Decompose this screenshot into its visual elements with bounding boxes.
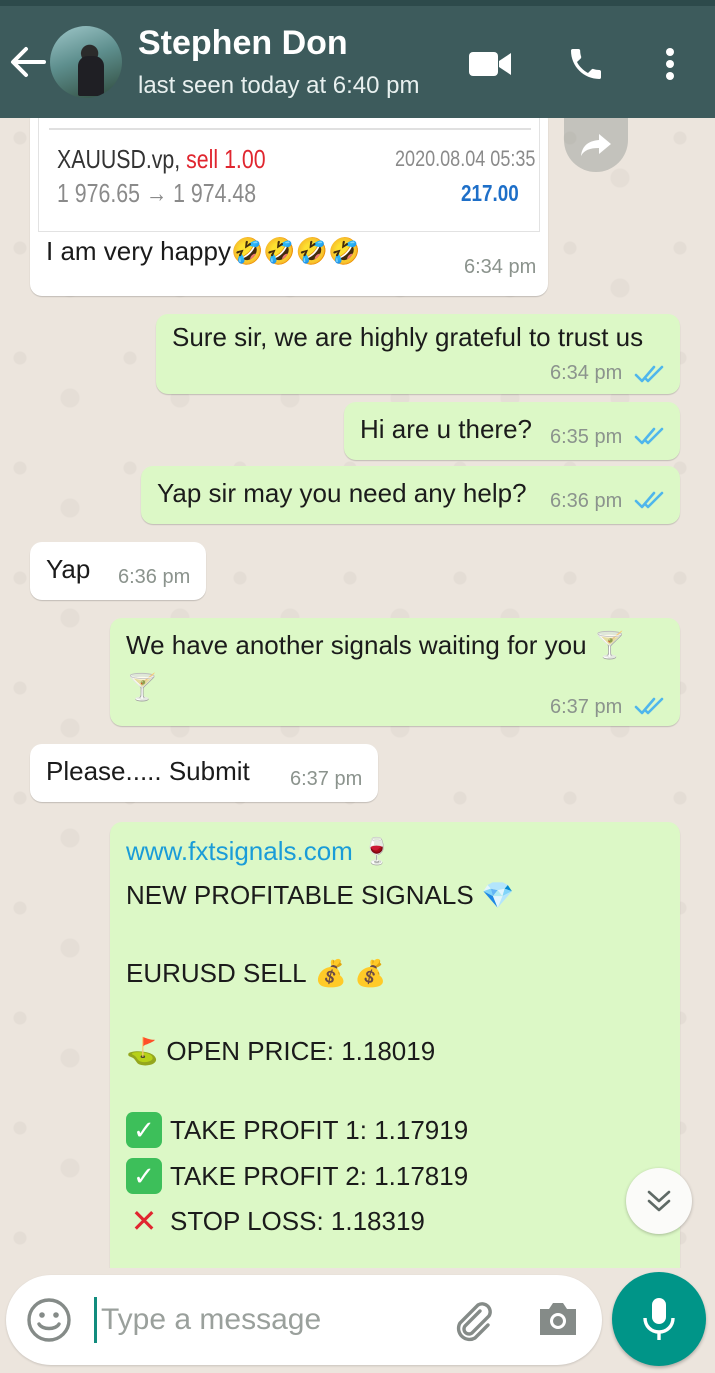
message-bubble-incoming[interactable]: XAUUSD.vp, sell 1.00 1 976.65 → 1 974.48… [30, 118, 548, 296]
message-text: Sure sir, we are highly grateful to trus… [172, 322, 644, 352]
more-vert-icon[interactable] [648, 42, 692, 86]
trade-profit: 217.00 [461, 180, 519, 206]
message-composer [6, 1275, 602, 1365]
read-ticks-icon [634, 365, 664, 383]
arrow-back-icon[interactable] [8, 42, 48, 82]
message-bubble-incoming[interactable]: Please..... Submit 6:37 pm [30, 744, 378, 802]
scroll-to-bottom-button[interactable] [626, 1168, 692, 1234]
signal-tp2-line: ✓ TAKE PROFIT 2: 1.17819 [126, 1158, 468, 1194]
message-bubble-outgoing[interactable]: Hi are u there? 6:35 pm [344, 402, 680, 460]
check-mark-icon: ✓ [126, 1112, 162, 1148]
message-bubble-outgoing[interactable]: www.fxtsignals.com 🍷 NEW PROFITABLE SIGN… [110, 822, 680, 1268]
avatar[interactable] [50, 26, 122, 98]
message-bubble-outgoing[interactable]: Yap sir may you need any help? 6:36 pm [141, 466, 680, 524]
message-time: 6:34 pm [550, 362, 623, 384]
message-input[interactable] [94, 1297, 424, 1343]
message-text-continued: 🍸 [126, 672, 159, 702]
message-bubble-outgoing[interactable]: We have another signals waiting for you … [110, 618, 680, 726]
double-chevron-down-icon [647, 1190, 671, 1212]
last-seen-status: last seen today at 6:40 pm [138, 72, 420, 99]
message-bubble-outgoing[interactable]: Sure sir, we are highly grateful to trus… [156, 314, 680, 394]
signal-open-price: OPEN PRICE: 1.18019 [166, 1036, 436, 1066]
signal-link-line: www.fxtsignals.com 🍷 [126, 836, 393, 867]
message-list[interactable]: XAUUSD.vp, sell 1.00 1 976.65 → 1 974.48… [0, 118, 715, 1268]
message-bubble-incoming[interactable]: Yap 6:36 pm [30, 542, 206, 600]
trade-symbol: XAUUSD.vp, [57, 144, 181, 174]
forward-icon[interactable] [564, 118, 628, 172]
video-call-icon[interactable] [468, 42, 512, 86]
phone-icon[interactable] [564, 42, 608, 86]
divider [49, 128, 531, 130]
message-time: 6:37 pm [550, 696, 623, 718]
message-time: 6:34 pm [464, 256, 537, 278]
message-text: Yap sir may you need any help? [157, 478, 527, 508]
signal-headline: NEW PROFITABLE SIGNALS [126, 880, 474, 910]
signal-take-profit-1: TAKE PROFIT 1: 1.17919 [170, 1114, 469, 1145]
message-text: Yap [46, 554, 91, 584]
wine-emoji: 🍷 [360, 836, 394, 866]
read-ticks-icon [634, 697, 664, 715]
message-time: 6:36 pm [118, 566, 191, 588]
emoji-icon[interactable] [26, 1297, 72, 1343]
signal-headline-line: NEW PROFITABLE SIGNALS 💎 [126, 880, 514, 911]
trade-datetime: 2020.08.04 05:35 [395, 146, 536, 171]
paperclip-icon[interactable] [450, 1297, 496, 1343]
signal-pair: EURUSD SELL [126, 958, 307, 988]
mic-icon [643, 1298, 675, 1340]
signal-take-profit-2: TAKE PROFIT 2: 1.17819 [170, 1160, 469, 1191]
cross-mark-icon: ✕ [130, 1203, 158, 1239]
chat-header: Stephen Don last seen today at 6:40 pm [0, 6, 715, 118]
signal-stop-loss: STOP LOSS: 1.18319 [170, 1205, 425, 1236]
signal-link[interactable]: www.fxtsignals.com [126, 836, 353, 867]
signal-open-line: ⛳ OPEN PRICE: 1.18019 [126, 1036, 435, 1067]
camera-icon[interactable] [536, 1299, 580, 1339]
money-bag-emoji: 💰 💰 [314, 958, 387, 988]
signal-tp1-line: ✓ TAKE PROFIT 1: 1.17919 [126, 1112, 468, 1148]
check-mark-icon: ✓ [126, 1158, 162, 1194]
message-text: Please..... Submit [46, 756, 250, 786]
trade-prices: 1 976.65 → 1 974.48 [57, 178, 257, 208]
signal-pair-line: EURUSD SELL 💰 💰 [126, 958, 387, 989]
read-ticks-icon [634, 427, 664, 445]
contact-name[interactable]: Stephen Don [138, 24, 348, 63]
message-time: 6:37 pm [290, 768, 363, 790]
trade-preview-card[interactable]: XAUUSD.vp, sell 1.00 1 976.65 → 1 974.48… [38, 118, 540, 232]
message-text: I am very happy🤣🤣🤣🤣 [46, 236, 361, 266]
message-time: 6:35 pm [550, 426, 623, 448]
mic-button[interactable] [612, 1272, 706, 1366]
message-time: 6:36 pm [550, 490, 623, 512]
read-ticks-icon [634, 491, 664, 509]
diamond-emoji: 💎 [481, 880, 515, 910]
message-text: Hi are u there? [360, 414, 532, 444]
message-text: We have another signals waiting for you … [126, 630, 627, 660]
trade-side: sell 1.00 [186, 144, 266, 174]
signal-sl-line: ✕ STOP LOSS: 1.18319 [126, 1202, 425, 1240]
golf-flag-emoji: ⛳ [126, 1036, 159, 1066]
